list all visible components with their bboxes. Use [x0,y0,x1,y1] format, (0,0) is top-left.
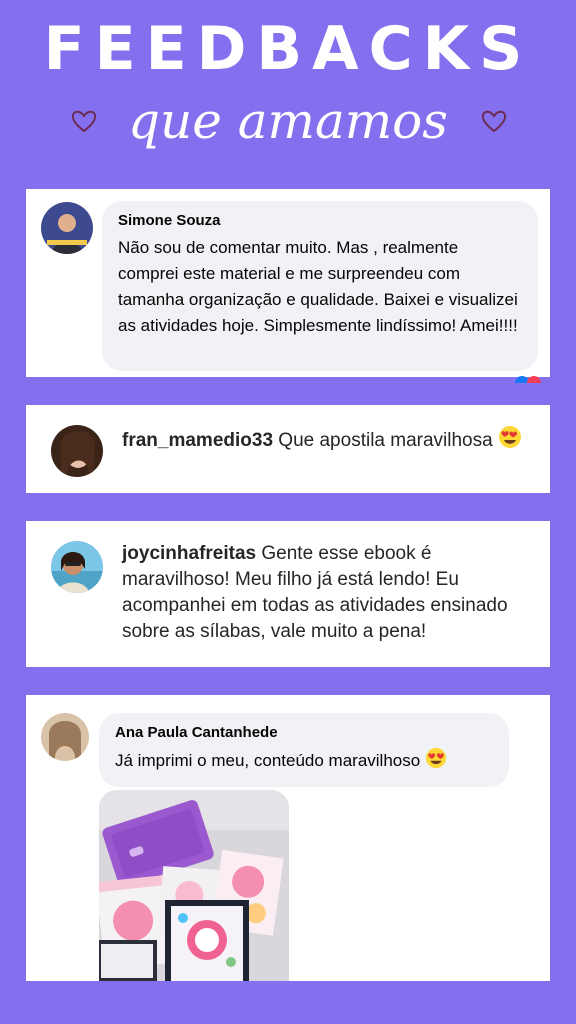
heart-icon [481,110,507,133]
commenter-name[interactable]: Ana Paula Cantanhede [115,723,493,743]
comment-text-block: fran_mamedio33 Que apostila maravilhosa [122,425,532,454]
reactions-icon[interactable] [512,373,552,383]
comment-text-block: joycinhafreitas Gente esse ebook é marav… [122,541,532,645]
comment-card: joycinhafreitas Gente esse ebook é marav… [26,521,550,667]
commenter-name[interactable]: Simone Souza [118,211,522,231]
avatar[interactable] [51,425,103,477]
comment-card: Simone Souza Não sou de comentar muito. … [26,189,550,383]
comment-bubble: Ana Paula Cantanhede Já imprimi o meu, c… [99,713,509,787]
comment-bubble: Simone Souza Não sou de comentar muito. … [102,201,538,371]
page-title: FEEDBACKS [43,14,533,84]
attached-photo[interactable] [99,790,289,981]
avatar[interactable] [51,541,103,593]
comment-text: Já imprimi o meu, conteúdo maravilhoso [115,751,421,770]
avatar[interactable] [41,713,89,761]
commenter-username[interactable]: fran_mamedio33 [122,430,273,451]
comment-card: fran_mamedio33 Que apostila maravilhosa [26,405,550,493]
comment-text: Não sou de comentar muito. Mas , realmen… [118,238,518,335]
avatar[interactable] [41,202,93,254]
commenter-username[interactable]: joycinhafreitas [122,543,256,564]
heart-eyes-emoji-icon [498,426,521,448]
comment-text-line: Já imprimi o meu, conteúdo maravilhoso [115,747,493,774]
heart-eyes-emoji-icon [425,747,447,769]
comment-text: Que apostila maravilhosa [278,430,493,451]
comment-card: Ana Paula Cantanhede Já imprimi o meu, c… [26,695,550,981]
